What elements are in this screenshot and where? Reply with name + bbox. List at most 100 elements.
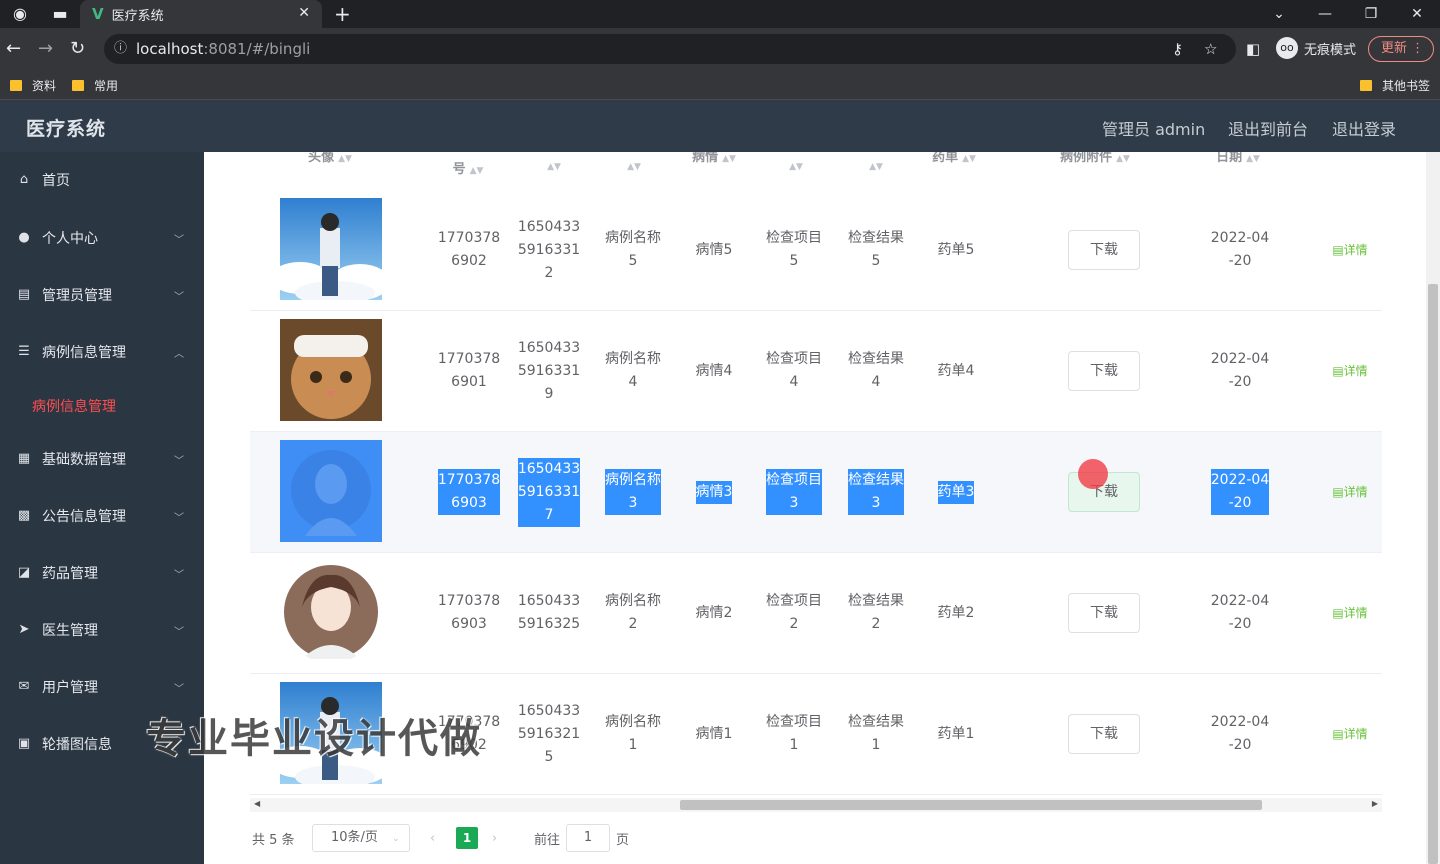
sort-icon[interactable]: ▲▼ (722, 154, 736, 164)
detail-icon: ▤ (1332, 242, 1344, 257)
info-icon[interactable]: ⓘ (114, 34, 127, 64)
minimize-icon[interactable]: — (1302, 0, 1348, 28)
col-header-label: 日期 (1216, 152, 1243, 165)
window-icon[interactable]: ▬ (50, 4, 70, 24)
chevron-down-icon: ﹀ (174, 570, 184, 581)
col-header-avatar[interactable]: 头像 ▲▼ (280, 152, 380, 184)
key-icon[interactable]: ⚷ (1172, 34, 1183, 64)
update-button[interactable]: 更新 ⋮ (1368, 36, 1434, 62)
url-path: :8081/#/bingli (203, 40, 311, 58)
sort-icon[interactable]: ▲▼ (869, 162, 883, 172)
sidebar-item-notice[interactable]: ▩ 公告信息管理 ﹀ (0, 496, 204, 536)
sort-icon[interactable]: ▲▼ (338, 154, 352, 164)
detail-link[interactable]: ▤ 详情 (1320, 190, 1380, 310)
sort-icon[interactable]: ▲▼ (1116, 154, 1130, 164)
close-tab-icon[interactable]: ✕ (298, 5, 310, 21)
logout-link[interactable]: 退出登录 (1332, 116, 1396, 140)
detail-link[interactable]: ▤ 详情 (1320, 553, 1380, 673)
sort-icon[interactable]: ▲▼ (627, 162, 641, 172)
click-indicator (1078, 459, 1108, 489)
incognito-indicator[interactable]: oo 无痕模式 (1276, 37, 1356, 59)
col-header-label: 头像 (308, 152, 335, 165)
new-tab-icon[interactable]: + (334, 2, 351, 26)
cell-name: 病例名称 3 (594, 432, 672, 552)
col-header-label: 药单 (932, 152, 959, 165)
sidebar-item-cases[interactable]: ☰ 病例信息管理 ︿ (0, 332, 204, 372)
sidebar-item-profile[interactable]: ● 个人中心 ﹀ (0, 218, 204, 258)
page-number-current[interactable]: 1 (456, 822, 478, 854)
admin-user-link[interactable]: 管理员 admin (1102, 116, 1205, 140)
bookmark-folder-changyong[interactable]: 常用 (72, 77, 118, 94)
reload-icon[interactable]: ↻ (70, 38, 85, 59)
url-host: localhost (136, 40, 204, 58)
prev-page-icon[interactable]: ‹ (430, 822, 435, 854)
bookmark-folder-ziliao[interactable]: 资料 (10, 77, 56, 94)
forward-icon[interactable]: → (38, 38, 53, 59)
detail-link[interactable]: ▤ 详情 (1320, 674, 1380, 794)
sidebar-item-drugs[interactable]: ◪ 药品管理 ﹀ (0, 553, 204, 593)
next-page-icon[interactable]: › (492, 822, 497, 854)
vertical-scroll-thumb[interactable] (1428, 284, 1438, 864)
restore-icon[interactable]: ❐ (1348, 0, 1394, 28)
horizontal-scroll-thumb[interactable] (680, 800, 1262, 810)
download-button[interactable]: 下载 (1068, 593, 1140, 633)
scroll-right-icon[interactable]: ▶ (1372, 799, 1378, 808)
download-button[interactable]: 下载 (1068, 714, 1140, 754)
sort-icon[interactable]: ▲▼ (962, 154, 976, 164)
sort-icon[interactable]: ▲▼ (1246, 154, 1260, 164)
bookmark-label: 其他书签 (1382, 79, 1431, 93)
goto-label: 前往 (534, 832, 561, 848)
horizontal-scrollbar[interactable]: ◀ ▶ (250, 798, 1382, 812)
app-brand: 医疗系统 (26, 118, 107, 140)
goto-page-input[interactable]: 1 (566, 822, 610, 854)
sidebar-item-users[interactable]: ✉ 用户管理 ﹀ (0, 667, 204, 707)
table-row[interactable]: 1770378 6903 1650433 5916331 7 病例名称 3 病情3 检查… (250, 432, 1382, 553)
sort-icon[interactable]: ▲▼ (547, 162, 561, 172)
table-row[interactable]: 1770378 6901 1650433 5916331 9 病例名称 4 病情4 检查… (250, 311, 1382, 432)
chevron-down-icon: ﹀ (174, 684, 184, 695)
cell-rx: 药单3 (916, 432, 996, 552)
goto-page-value: 1 (566, 824, 610, 852)
col-header-rx[interactable]: 药单 ▲▼ (904, 152, 1004, 184)
page-size-box[interactable]: 10条/页 ⌄ (312, 824, 410, 852)
back-icon[interactable]: ← (6, 38, 21, 59)
sidebar-item-label: 公告信息管理 (42, 509, 126, 525)
address-bar: ← → ↻ ⓘ localhost:8081/#/bingli ⚷ ☆ ◧ oo… (0, 28, 1440, 70)
chevron-up-icon: ︿ (174, 349, 184, 360)
detail-link[interactable]: ▤ 详情 (1320, 311, 1380, 431)
col-header-date[interactable]: 日期 ▲▼ (1188, 152, 1288, 184)
sidebar-subitem-cases[interactable]: 病例信息管理 (32, 396, 116, 416)
detail-link[interactable]: ▤ 详情 (1320, 432, 1380, 552)
table-row[interactable]: 1770378 6903 1650433 5916325 病例名称 2 病情2 检查项目… (250, 553, 1382, 674)
star-icon[interactable]: ☆ (1204, 34, 1217, 64)
download-button[interactable]: 下载 (1068, 230, 1140, 270)
chevron-down-icon: ﹀ (174, 456, 184, 467)
incognito-icon: oo (1276, 37, 1298, 59)
sort-icon[interactable]: ▲▼ (789, 162, 803, 172)
page-size-select[interactable]: 10条/页 ⌄ (312, 822, 410, 854)
sidebar-item-label: 管理员管理 (42, 288, 112, 304)
sort-icon[interactable]: ▲▼ (470, 166, 484, 176)
sidebar-item-home[interactable]: ⌂ 首页 (0, 160, 204, 200)
download-button[interactable]: 下载 (1068, 351, 1140, 391)
browser-tab[interactable]: V 医疗系统 ✕ (80, 0, 322, 28)
exit-to-frontend-link[interactable]: 退出到前台 (1228, 116, 1308, 140)
col-header-attachment[interactable]: 病例附件 ▲▼ (1040, 152, 1150, 184)
sidebar-item-basedata[interactable]: ▦ 基础数据管理 ﹀ (0, 439, 204, 479)
scroll-left-icon[interactable]: ◀ (254, 799, 260, 808)
sidebar-item-doctors[interactable]: ➤ 医生管理 ﹀ (0, 610, 204, 650)
sidebar-item-admin[interactable]: ▤ 管理员管理 ﹀ (0, 275, 204, 315)
home-icon: ⌂ (19, 172, 29, 187)
cell-name: 病例名称 4 (605, 351, 661, 390)
globe-icon[interactable]: ◉ (10, 4, 30, 24)
bookmark-folder-other[interactable]: 其他书签 (1360, 77, 1430, 94)
url-input[interactable]: ⓘ localhost:8081/#/bingli ⚷ ☆ (104, 34, 1236, 64)
sidepanel-icon[interactable]: ◧ (1246, 40, 1260, 58)
chevron-down-icon[interactable]: ⌄ (1256, 0, 1302, 28)
close-window-icon[interactable]: ✕ (1394, 0, 1440, 28)
col-header-label: 病情 (692, 152, 719, 165)
detail-label: 详情 (1343, 484, 1368, 499)
cell-illness: 病情4 (695, 362, 733, 379)
table-row[interactable]: 1770378 6902 1650433 5916331 2 病例名称 5 病情5 检查… (250, 190, 1382, 311)
cell-name: 病例名称 1 (605, 714, 661, 753)
